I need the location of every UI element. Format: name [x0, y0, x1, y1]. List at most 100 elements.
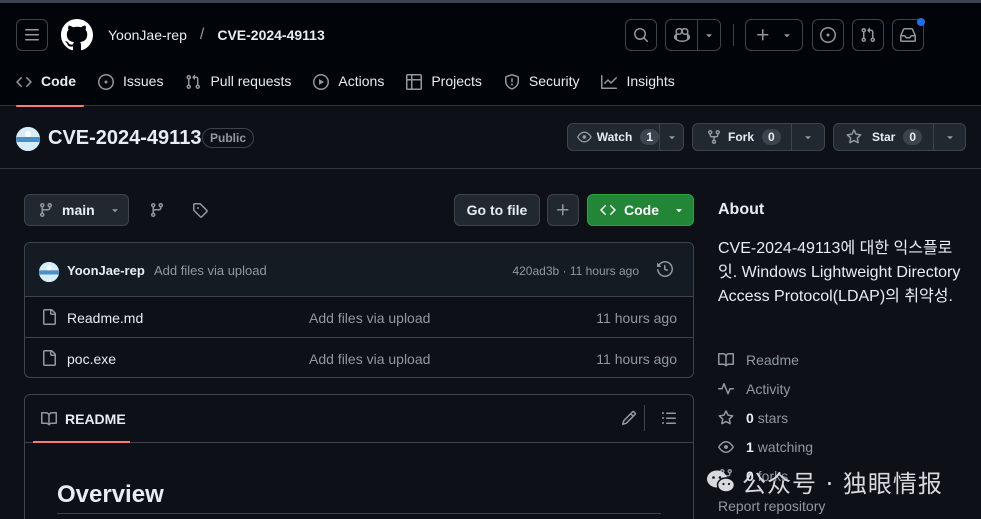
about-title: About	[718, 201, 765, 218]
pull-request-icon	[861, 27, 876, 43]
issue-icon	[820, 27, 836, 43]
fork-label: Fork	[728, 130, 755, 144]
star-icon	[846, 129, 862, 144]
branches-icon[interactable]	[149, 202, 165, 221]
breadcrumb-repo[interactable]: CVE-2024-49113	[217, 27, 324, 43]
stars-label: stars	[757, 410, 789, 426]
fork-icon	[708, 130, 720, 145]
star-label: Star	[872, 130, 896, 144]
stars-count: 0	[746, 410, 754, 426]
watch-label: Watch	[596, 130, 633, 144]
search-button[interactable]	[625, 19, 657, 51]
issues-button[interactable]	[812, 19, 844, 51]
file-time: 11 hours ago	[596, 310, 677, 326]
breadcrumb-separator: /	[199, 26, 205, 43]
about-watching[interactable]: 1 watching	[718, 439, 813, 455]
table-icon	[406, 74, 423, 90]
repo-tabs: Code Issues Pull requests Actions Projec…	[16, 66, 697, 107]
fork-button[interactable]: Fork 0	[692, 123, 825, 151]
create-new-button[interactable]	[745, 19, 803, 51]
watching-count: 1	[746, 439, 754, 455]
file-commit-message[interactable]: Add files via upload	[309, 351, 430, 367]
tab-projects[interactable]: Projects	[406, 66, 482, 106]
branch-name: main	[62, 202, 95, 218]
tag-icon[interactable]	[192, 202, 208, 221]
commit-author[interactable]: YoonJae-rep	[67, 263, 145, 278]
star-button[interactable]: Star 0	[833, 123, 966, 151]
watermark-text: 公众号 · 独眼情报	[742, 470, 943, 498]
file-row[interactable]: poc.exe Add files via upload 11 hours ag…	[25, 338, 693, 377]
about-activity[interactable]: Activity	[718, 381, 790, 397]
pull-requests-button[interactable]	[852, 19, 884, 51]
repo-header: CVE-2024-49113 Public Watch 1 Fork 0 Sta…	[0, 107, 981, 169]
readme-panel: README Overview	[24, 394, 694, 519]
visibility-badge: Public	[202, 128, 255, 148]
file-icon	[41, 309, 57, 328]
tab-security[interactable]: Security	[504, 66, 579, 106]
play-icon	[313, 74, 330, 90]
chevron-down-icon	[784, 34, 790, 38]
shield-icon	[504, 74, 519, 90]
notification-dot	[917, 18, 925, 26]
tab-pull-requests-label: Pull requests	[210, 73, 292, 89]
breadcrumb-owner[interactable]: YoonJae-rep	[108, 27, 187, 43]
add-file-button[interactable]	[547, 194, 579, 226]
github-logo[interactable]	[61, 19, 93, 54]
tab-actions[interactable]: Actions	[313, 66, 384, 106]
code-icon	[600, 204, 616, 216]
book-icon	[718, 352, 734, 367]
star-count: 0	[903, 129, 923, 145]
tab-insights[interactable]: Insights	[601, 66, 675, 106]
pull-request-icon	[186, 74, 201, 90]
tab-readme[interactable]: README	[41, 411, 126, 427]
repo-owner-avatar[interactable]	[16, 127, 40, 151]
commit-meta[interactable]: 420ad3b · 11 hours ago	[512, 264, 639, 278]
inbox-icon	[900, 28, 916, 42]
about-stars[interactable]: 0 stars	[718, 410, 788, 426]
eye-icon	[718, 441, 734, 453]
tab-projects-label: Projects	[431, 73, 482, 89]
tab-code[interactable]: Code	[16, 66, 84, 107]
menu-button[interactable]	[16, 19, 48, 51]
plus-icon	[557, 204, 569, 216]
tab-actions-label: Actions	[338, 73, 385, 89]
avatar[interactable]	[39, 262, 59, 282]
go-to-file-label: Go to file	[466, 202, 528, 218]
chevron-down-icon[interactable]	[659, 124, 683, 150]
report-repository-link[interactable]: Report repository	[718, 498, 825, 514]
pulse-icon	[718, 383, 734, 395]
graph-icon	[601, 75, 618, 89]
file-commit-message[interactable]: Add files via upload	[309, 310, 430, 326]
branch-selector[interactable]: main	[24, 194, 129, 226]
about-readme[interactable]: Readme	[718, 352, 799, 368]
watch-button[interactable]: Watch 1	[567, 123, 684, 151]
watch-count: 1	[640, 129, 659, 145]
chevron-down-icon[interactable]	[933, 124, 965, 150]
pencil-icon[interactable]	[621, 410, 637, 429]
tab-pull-requests[interactable]: Pull requests	[185, 66, 291, 106]
file-name[interactable]: Readme.md	[67, 310, 143, 326]
code-button[interactable]: Code	[587, 194, 694, 226]
repo-title[interactable]: CVE-2024-49113	[48, 127, 201, 150]
chevron-down-icon[interactable]	[698, 29, 720, 41]
file-name[interactable]: poc.exe	[67, 351, 116, 367]
about-activity-label: Activity	[746, 381, 791, 397]
book-icon	[41, 411, 57, 426]
chevron-down-icon[interactable]	[791, 124, 824, 150]
commit-message[interactable]: Add files via upload	[154, 263, 267, 278]
tab-code-label: Code	[41, 73, 76, 89]
list-icon[interactable]	[661, 410, 677, 429]
file-row[interactable]: Readme.md Add files via upload 11 hours …	[25, 297, 693, 338]
copilot-button[interactable]	[665, 19, 721, 51]
global-header: YoonJae-rep / CVE-2024-49113 Code Issues…	[0, 0, 981, 107]
go-to-file-button[interactable]: Go to file	[454, 194, 540, 226]
github-mark-icon	[61, 19, 93, 51]
fork-count: 0	[762, 129, 781, 145]
branch-icon	[39, 203, 52, 218]
history-icon[interactable]	[657, 260, 674, 280]
header-divider	[733, 24, 734, 46]
tab-issues[interactable]: Issues	[98, 66, 163, 106]
code-button-label: Code	[624, 202, 659, 218]
eye-icon	[577, 131, 592, 143]
about-readme-label: Readme	[746, 352, 799, 368]
